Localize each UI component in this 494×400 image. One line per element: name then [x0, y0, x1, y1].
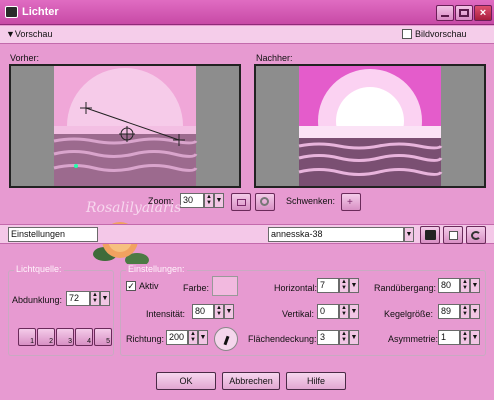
- light-button-5-label: 5: [106, 338, 110, 345]
- asymmetry-label: Asymmetrie:: [388, 334, 439, 344]
- darkening-dropdown[interactable]: ▼: [100, 291, 110, 306]
- darkening-input[interactable]: 72: [66, 291, 90, 306]
- edge-input[interactable]: 80: [438, 278, 460, 293]
- asymmetry-spinner[interactable]: ▲ ▼: [460, 330, 470, 345]
- active-toggle[interactable]: ✓ Aktiv: [126, 281, 159, 291]
- light-button-3[interactable]: 3: [56, 328, 74, 346]
- coverage-label: Flächendeckung:: [248, 334, 317, 344]
- darkening-label: Abdunklung:: [12, 295, 63, 305]
- light-button-1[interactable]: 1: [18, 328, 36, 346]
- random-button[interactable]: [443, 226, 463, 244]
- cancel-button[interactable]: Abbrechen: [222, 372, 280, 390]
- light-button-4-label: 4: [87, 338, 91, 345]
- dial-needle-icon: [223, 335, 230, 346]
- help-button[interactable]: Hilfe: [286, 372, 346, 390]
- intensity-label: Intensität:: [146, 309, 186, 319]
- preset-select[interactable]: annesska-38: [268, 227, 404, 242]
- preview-toggle-label: Vorschau: [14, 29, 53, 39]
- preview-toggle[interactable]: ▼Vorschau: [6, 29, 52, 39]
- coverage-input[interactable]: 3: [317, 330, 339, 345]
- minimize-button[interactable]: [436, 5, 454, 21]
- color-label: Farbe:: [183, 283, 210, 293]
- crosshair-icon: +: [347, 197, 353, 208]
- cone-dropdown[interactable]: ▼: [470, 304, 480, 319]
- horizontal-spinner[interactable]: ▲ ▼: [339, 278, 349, 293]
- asymmetry-dropdown[interactable]: ▼: [470, 330, 480, 345]
- title-bar: Lichter ×: [0, 0, 494, 25]
- direction-dropdown[interactable]: ▼: [198, 330, 208, 345]
- image-preview-label: Bildvorschau: [415, 29, 467, 39]
- active-checkbox[interactable]: ✓: [126, 281, 136, 291]
- vertical-label: Vertikal:: [282, 309, 315, 319]
- vertical-spinner[interactable]: ▲ ▼: [339, 304, 349, 319]
- edge-dropdown[interactable]: ▼: [470, 278, 480, 293]
- horizontal-dropdown[interactable]: ▼: [349, 278, 359, 293]
- app-icon: [5, 6, 18, 18]
- direction-spinner[interactable]: ▲ ▼: [188, 330, 198, 345]
- horizontal-label: Horizontal:: [274, 283, 318, 293]
- zoom-spinner[interactable]: ▲ ▼: [204, 193, 214, 208]
- settings-group-label: Einstellungen:: [126, 264, 187, 274]
- dice-icon: [449, 231, 458, 240]
- magnifier-icon: [260, 197, 269, 206]
- cone-spinner[interactable]: ▲ ▼: [460, 304, 470, 319]
- light-button-4[interactable]: 4: [75, 328, 93, 346]
- triangle-down-icon: ▼: [6, 29, 15, 39]
- image-preview-checkbox[interactable]: [402, 29, 412, 39]
- cone-input[interactable]: 89: [438, 304, 460, 319]
- color-swatch[interactable]: [212, 276, 238, 296]
- pan-button[interactable]: +: [341, 193, 361, 211]
- edge-spinner[interactable]: ▲ ▼: [460, 278, 470, 293]
- coverage-dropdown[interactable]: ▼: [349, 330, 359, 345]
- cone-label: Kegelgröße:: [384, 309, 434, 319]
- vertical-input[interactable]: 0: [317, 304, 339, 319]
- image-preview-toggle[interactable]: Bildvorschau: [402, 29, 467, 39]
- maximize-button[interactable]: [455, 5, 473, 21]
- intensity-spinner[interactable]: ▲ ▼: [214, 304, 224, 319]
- asymmetry-input[interactable]: 1: [438, 330, 460, 345]
- after-image: [256, 66, 484, 186]
- pan-label: Schwenken:: [286, 196, 336, 206]
- light-button-5[interactable]: 5: [94, 328, 112, 346]
- before-preview[interactable]: [9, 64, 241, 188]
- zoom-input[interactable]: 30: [180, 193, 204, 208]
- light-button-1-label: 1: [30, 338, 34, 345]
- reset-button[interactable]: [466, 226, 486, 244]
- coverage-spinner[interactable]: ▲ ▼: [339, 330, 349, 345]
- light-button-2-label: 2: [49, 338, 53, 345]
- refresh-icon: [471, 231, 481, 240]
- header-bar: ▼Vorschau Bildvorschau: [0, 26, 494, 44]
- save-preset-button[interactable]: [420, 226, 440, 244]
- intensity-input[interactable]: 80: [192, 304, 214, 319]
- direction-input[interactable]: 200: [166, 330, 188, 345]
- light-button-2[interactable]: 2: [37, 328, 55, 346]
- floppy-icon: [425, 230, 436, 240]
- close-button[interactable]: ×: [474, 5, 492, 21]
- zoom-fit-button[interactable]: [231, 193, 251, 211]
- edge-label: Randübergang:: [374, 283, 437, 293]
- zoom-magnify-button[interactable]: [255, 193, 275, 211]
- direction-dial[interactable]: [214, 327, 238, 351]
- after-preview: [254, 64, 486, 188]
- zoom-dropdown[interactable]: ▼: [214, 193, 224, 208]
- preset-dropdown[interactable]: ▼: [404, 227, 414, 242]
- light-button-3-label: 3: [68, 338, 72, 345]
- after-label: Nachher:: [256, 53, 293, 63]
- direction-label: Richtung:: [126, 334, 165, 344]
- lightsource-group-label: Lichtquelle:: [14, 264, 64, 274]
- vertical-dropdown[interactable]: ▼: [349, 304, 359, 319]
- window-icon: [237, 199, 246, 206]
- ok-button[interactable]: OK: [156, 372, 216, 390]
- before-label: Vorher:: [10, 53, 40, 63]
- active-label: Aktiv: [139, 281, 159, 291]
- darkening-spinner[interactable]: ▲ ▼: [90, 291, 100, 306]
- window-title: Lichter: [22, 6, 59, 18]
- horizontal-input[interactable]: 7: [317, 278, 339, 293]
- settings-label: Einstellungen: [8, 227, 98, 242]
- intensity-dropdown[interactable]: ▼: [224, 304, 234, 319]
- before-image: [11, 66, 239, 186]
- close-icon: ×: [479, 7, 487, 19]
